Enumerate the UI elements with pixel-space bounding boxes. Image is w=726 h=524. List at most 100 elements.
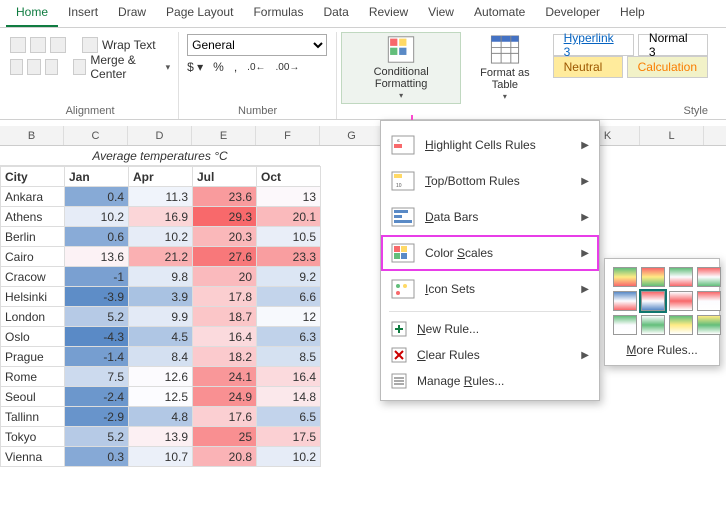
data-cell[interactable]: 25 (193, 427, 257, 447)
city-cell[interactable]: Helsinki (1, 287, 65, 307)
format-as-table-button[interactable]: Format as Table ▾ (461, 32, 548, 104)
data-cell[interactable]: 4.5 (129, 327, 193, 347)
city-cell[interactable]: Berlin (1, 227, 65, 247)
data-cell[interactable]: 24.9 (193, 387, 257, 407)
table-header[interactable]: Oct (257, 167, 321, 187)
ribbon-tab-home[interactable]: Home (6, 1, 58, 27)
cf-highlight-cells[interactable]: ≤ Highlight Cells Rules ▶ (381, 127, 599, 163)
data-cell[interactable]: 0.4 (65, 187, 129, 207)
data-cell[interactable]: 20.3 (193, 227, 257, 247)
align-middle-icon[interactable] (30, 37, 46, 53)
data-cell[interactable]: 29.3 (193, 207, 257, 227)
ribbon-tab-formulas[interactable]: Formulas (243, 1, 313, 27)
data-cell[interactable]: 10.7 (129, 447, 193, 467)
color-scale-option[interactable] (669, 315, 693, 335)
align-right-icon[interactable] (45, 59, 58, 75)
data-cell[interactable]: -2.4 (65, 387, 129, 407)
comma-button[interactable]: , (234, 60, 237, 74)
ribbon-tab-page-layout[interactable]: Page Layout (156, 1, 243, 27)
data-cell[interactable]: -2.9 (65, 407, 129, 427)
title-cell[interactable]: Average temperatures °C (0, 146, 320, 166)
decrease-decimal-button[interactable]: .00→ (276, 62, 300, 73)
column-header[interactable]: E (192, 126, 256, 145)
table-header[interactable]: Apr (129, 167, 193, 187)
city-cell[interactable]: Tallinn (1, 407, 65, 427)
data-cell[interactable]: 8.5 (257, 347, 321, 367)
data-cell[interactable]: 7.5 (65, 367, 129, 387)
cf-manage-rules[interactable]: Manage Rules... (381, 368, 599, 394)
data-cell[interactable]: 10.2 (65, 207, 129, 227)
data-cell[interactable]: 23.6 (193, 187, 257, 207)
data-cell[interactable]: -4.3 (65, 327, 129, 347)
align-center-icon[interactable] (27, 59, 40, 75)
data-cell[interactable]: 6.6 (257, 287, 321, 307)
chevron-down-icon[interactable]: ▾ (166, 62, 171, 73)
city-cell[interactable]: Tokyo (1, 427, 65, 447)
ribbon-tab-insert[interactable]: Insert (58, 1, 108, 27)
ribbon-tab-draw[interactable]: Draw (108, 1, 156, 27)
align-bottom-icon[interactable] (50, 37, 66, 53)
table-header[interactable]: City (1, 167, 65, 187)
percent-button[interactable]: % (213, 60, 224, 74)
data-cell[interactable]: 12 (257, 307, 321, 327)
cf-color-scales[interactable]: Color Scales ▶ (381, 235, 599, 271)
city-cell[interactable]: Seoul (1, 387, 65, 407)
ribbon-tab-developer[interactable]: Developer (535, 1, 610, 27)
column-header[interactable]: B (0, 126, 64, 145)
data-cell[interactable]: 8.4 (129, 347, 193, 367)
data-cell[interactable]: 27.6 (193, 247, 257, 267)
data-cell[interactable]: 12.5 (129, 387, 193, 407)
cf-new-rule[interactable]: New Rule... (381, 316, 599, 342)
data-cell[interactable]: 3.9 (129, 287, 193, 307)
data-cell[interactable]: 4.8 (129, 407, 193, 427)
city-cell[interactable]: Cracow (1, 267, 65, 287)
color-scale-option[interactable] (641, 267, 665, 287)
data-cell[interactable]: 21.2 (129, 247, 193, 267)
data-cell[interactable]: 9.9 (129, 307, 193, 327)
ribbon-tab-review[interactable]: Review (359, 1, 418, 27)
data-cell[interactable]: 12.6 (129, 367, 193, 387)
merge-center-button[interactable]: Merge & Center (90, 53, 159, 81)
style-normal[interactable]: Normal 3 (638, 34, 708, 56)
color-scale-option[interactable] (641, 315, 665, 335)
data-cell[interactable]: 13.6 (65, 247, 129, 267)
column-header[interactable]: G (320, 126, 384, 145)
color-scale-option[interactable] (613, 291, 637, 311)
style-neutral[interactable]: Neutral (553, 56, 623, 78)
color-scale-option[interactable] (613, 315, 637, 335)
data-cell[interactable]: -1.4 (65, 347, 129, 367)
data-cell[interactable]: 11.3 (129, 187, 193, 207)
align-left-icon[interactable] (10, 59, 23, 75)
data-cell[interactable]: 18.2 (193, 347, 257, 367)
data-cell[interactable]: 20.1 (257, 207, 321, 227)
city-cell[interactable]: Prague (1, 347, 65, 367)
city-cell[interactable]: Vienna (1, 447, 65, 467)
data-cell[interactable]: 14.8 (257, 387, 321, 407)
data-cell[interactable]: 17.8 (193, 287, 257, 307)
increase-decimal-button[interactable]: .0← (247, 62, 265, 73)
number-format-select[interactable]: General (187, 34, 327, 56)
city-cell[interactable]: Cairo (1, 247, 65, 267)
color-scale-option[interactable] (641, 291, 665, 311)
cf-top-bottom[interactable]: 10 Top/Bottom Rules ▶ (381, 163, 599, 199)
style-hyperlink[interactable]: Hyperlink 3 (553, 34, 634, 56)
color-scale-option[interactable] (697, 291, 721, 311)
cf-clear-rules[interactable]: Clear Rules ▶ (381, 342, 599, 368)
data-cell[interactable]: -3.9 (65, 287, 129, 307)
data-cell[interactable]: -1 (65, 267, 129, 287)
data-cell[interactable]: 6.3 (257, 327, 321, 347)
data-cell[interactable]: 5.2 (65, 427, 129, 447)
data-cell[interactable]: 6.5 (257, 407, 321, 427)
data-cell[interactable]: 13 (257, 187, 321, 207)
wrap-text-button[interactable]: Wrap Text (102, 38, 156, 52)
city-cell[interactable]: London (1, 307, 65, 327)
color-scale-option[interactable] (697, 315, 721, 335)
cf-icon-sets[interactable]: Icon Sets ▶ (381, 271, 599, 307)
data-cell[interactable]: 10.2 (129, 227, 193, 247)
data-cell[interactable]: 16.4 (257, 367, 321, 387)
currency-button[interactable]: $ ▾ (187, 60, 203, 74)
data-cell[interactable]: 20 (193, 267, 257, 287)
data-cell[interactable]: 10.2 (257, 447, 321, 467)
color-scale-option[interactable] (613, 267, 637, 287)
data-cell[interactable]: 10.5 (257, 227, 321, 247)
